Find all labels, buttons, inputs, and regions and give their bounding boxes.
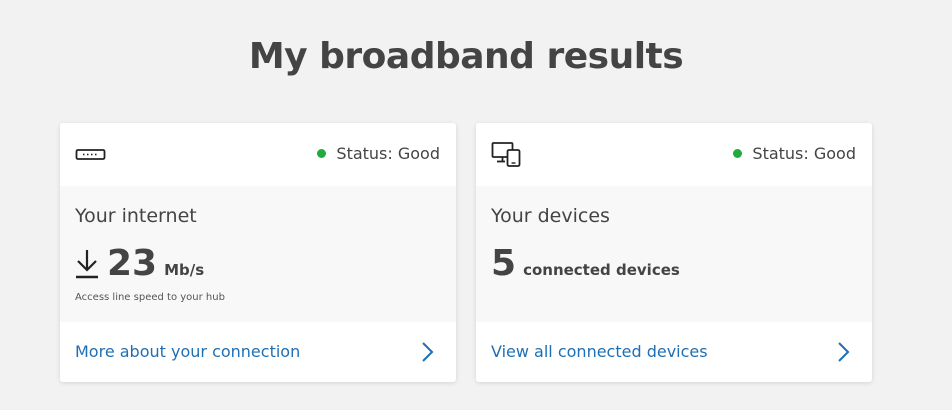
chevron-right-icon[interactable]: [836, 341, 850, 363]
router-icon: [75, 149, 106, 160]
devices-card-body: Your devices 5 connected devices: [476, 186, 872, 322]
internet-card-body: Your internet 23 Mb/s Access line speed …: [60, 186, 456, 322]
internet-card-title: Your internet: [75, 205, 197, 227]
devices-icon: [491, 142, 521, 167]
devices-count-value: 5: [491, 243, 517, 284]
view-all-devices-link[interactable]: View all connected devices: [476, 322, 872, 382]
speed-value: 23: [107, 243, 158, 284]
internet-card-header: Status: Good: [60, 123, 456, 186]
internet-card: Status: Good Your internet 23 Mb/s Acces…: [60, 123, 456, 382]
internet-speed: 23 Mb/s: [75, 246, 204, 282]
more-about-connection-link[interactable]: More about your connection: [60, 322, 456, 382]
status-good-indicator: [317, 149, 327, 158]
internet-status-text: Status: Good: [336, 144, 440, 163]
devices-card-title: Your devices: [491, 205, 610, 227]
devices-count-label: connected devices: [523, 261, 680, 279]
devices-card: Status: Good Your devices 5 connected de…: [476, 123, 872, 382]
internet-status: Status: Good: [317, 144, 440, 163]
view-all-devices-label[interactable]: View all connected devices: [491, 342, 708, 361]
devices-status-text: Status: Good: [752, 144, 856, 163]
chevron-right-icon[interactable]: [420, 341, 434, 363]
page-title: My broadband results: [248, 36, 684, 77]
speed-caption: Access line speed to your hub: [75, 292, 225, 303]
speed-unit: Mb/s: [164, 261, 205, 279]
download-icon: [76, 250, 98, 279]
devices-card-header: Status: Good: [476, 123, 872, 186]
devices-count: 5 connected devices: [491, 246, 680, 282]
more-about-connection-label[interactable]: More about your connection: [75, 342, 300, 361]
devices-status: Status: Good: [733, 144, 856, 163]
status-good-indicator: [733, 149, 743, 158]
broadband-results-page: My broadband results Status: Good Your i…: [0, 0, 952, 410]
